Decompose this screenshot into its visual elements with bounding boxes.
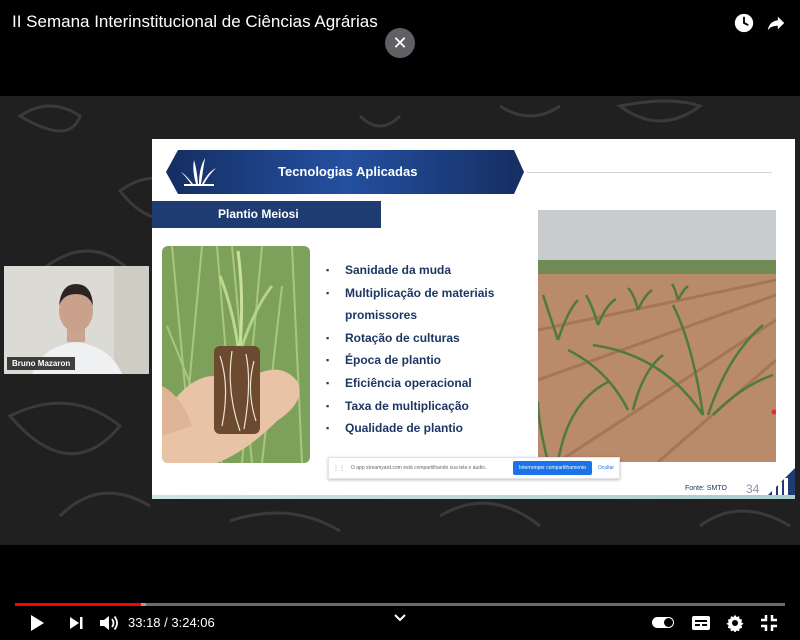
next-button[interactable] bbox=[66, 612, 86, 634]
field-photo bbox=[538, 210, 776, 462]
share-icon[interactable] bbox=[763, 10, 789, 36]
volume-button[interactable] bbox=[98, 612, 120, 634]
play-icon bbox=[31, 615, 44, 631]
screen-share-bar: ⋮⋮ O app streamyard.com está compartilha… bbox=[328, 457, 620, 479]
autoplay-toggle[interactable] bbox=[652, 617, 674, 628]
header-divider bbox=[527, 172, 772, 173]
company-logo bbox=[764, 468, 795, 499]
video-title[interactable]: II Semana Interinstitucional de Ciências… bbox=[12, 12, 378, 32]
bullet-item: Taxa de multiplicação bbox=[326, 395, 536, 418]
seedling-photo bbox=[162, 246, 310, 463]
slide-subtitle: Plantio Meiosi bbox=[218, 207, 299, 221]
next-icon bbox=[70, 617, 83, 629]
bullet-item: Época de plantio bbox=[326, 349, 536, 372]
watch-later-icon[interactable] bbox=[731, 10, 757, 36]
participant-name: Bruno Mazaron bbox=[7, 357, 76, 370]
exit-fullscreen-icon bbox=[761, 615, 777, 631]
share-message: O app streamyard.com está compartilhando… bbox=[351, 465, 487, 471]
hide-button[interactable]: Ocultar bbox=[598, 465, 614, 471]
progress-bar[interactable] bbox=[15, 603, 785, 606]
bullet-item: Rotação de culturas bbox=[326, 327, 536, 350]
bullet-item: Multiplicação de materiais promissores bbox=[326, 282, 536, 327]
gear-icon bbox=[726, 614, 744, 632]
subtitles-button[interactable] bbox=[690, 612, 712, 634]
close-icon: ✕ bbox=[392, 32, 408, 53]
slide-number: 34 bbox=[746, 482, 760, 496]
autoplay-knob bbox=[664, 618, 673, 627]
stop-sharing-button[interactable]: Interromper compartilhamento bbox=[513, 461, 592, 475]
close-button[interactable]: ✕ bbox=[385, 28, 415, 58]
exit-fullscreen-button[interactable] bbox=[758, 612, 780, 634]
bullet-item: Qualidade de plantio bbox=[326, 417, 536, 440]
play-button[interactable] bbox=[27, 612, 47, 634]
slide-subtitle-bar: Plantio Meiosi bbox=[152, 201, 381, 228]
subtitles-icon bbox=[692, 616, 710, 630]
time-display: 33:18 / 3:24:06 bbox=[128, 615, 215, 630]
chapter-chevron-icon[interactable] bbox=[394, 612, 406, 626]
bullet-item: Eficiência operacional bbox=[326, 372, 536, 395]
drag-handle-icon[interactable]: ⋮⋮ bbox=[333, 465, 345, 472]
participant-camera: Bruno Mazaron bbox=[4, 266, 149, 374]
settings-button[interactable] bbox=[724, 612, 746, 634]
slide-title: Tecnologias Aplicadas bbox=[278, 164, 418, 179]
presentation-slide: Tecnologias Aplicadas Plantio Meiosi ▪ S… bbox=[152, 139, 795, 499]
source-caption: Fonte: SMTO bbox=[685, 485, 727, 492]
bullet-list: Sanidade da muda Multiplicação de materi… bbox=[326, 259, 536, 440]
volume-icon bbox=[100, 615, 118, 631]
played-bar bbox=[15, 603, 141, 606]
video-stage[interactable]: Bruno Mazaron Tecnologias Aplicadas Plan… bbox=[0, 96, 800, 545]
slide-footer-band bbox=[152, 495, 795, 499]
bullet-item: Sanidade da muda bbox=[326, 259, 536, 282]
